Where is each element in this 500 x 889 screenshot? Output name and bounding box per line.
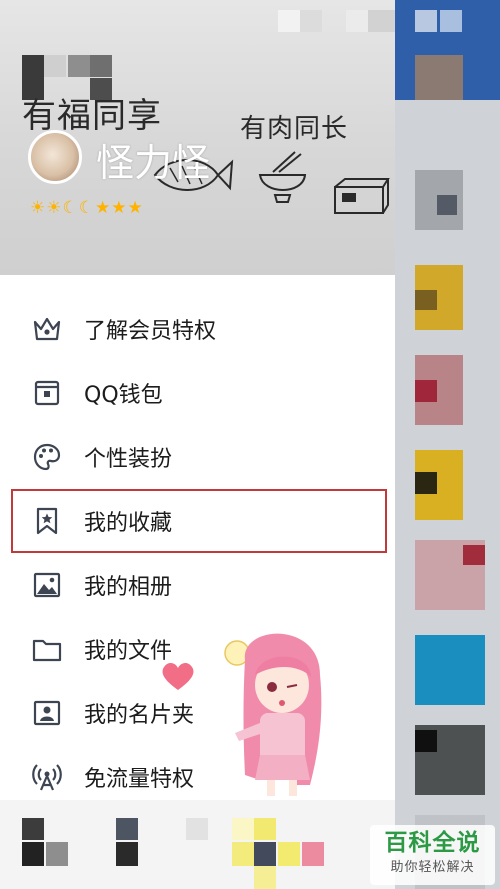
menu-item-label: 我的相册: [84, 575, 173, 600]
blurred-block: [22, 842, 44, 866]
menu-item-label: 我的收藏: [84, 511, 173, 536]
blurred-block: [415, 730, 437, 752]
heart-sticker: [162, 662, 194, 690]
menu-item-label: QQ钱包: [84, 383, 163, 408]
bookmark-star-icon: [31, 505, 63, 537]
watermark-sub-text: 助你轻松解决: [390, 860, 475, 875]
box-doodle: [334, 178, 390, 214]
signal-tower-icon: [31, 761, 63, 793]
blurred-block: [232, 818, 254, 840]
blurred-block: [463, 545, 485, 565]
blurred-avatar: [415, 635, 485, 705]
palette-icon: [31, 441, 63, 473]
blurred-block: [415, 10, 437, 32]
blurred-block: [254, 866, 276, 889]
menu-item-my-favorites[interactable]: 我的收藏: [11, 489, 387, 553]
contact-card-icon: [31, 697, 63, 729]
wallet-icon: [31, 377, 63, 409]
blurred-block: [46, 842, 68, 866]
menu-item-label: 个性装扮: [84, 447, 173, 472]
blurred-block: [346, 10, 368, 32]
blurred-block: [232, 842, 254, 866]
profile-header[interactable]: 有福同享 有肉同长 怪力怪 ☀☀☾☾★★★: [0, 0, 395, 275]
blurred-block: [415, 472, 437, 494]
header-scribble-right: 有肉同长: [240, 114, 349, 144]
blurred-block: [186, 818, 208, 840]
menu-item-label: 我的名片夹: [84, 703, 195, 728]
blurred-block: [300, 10, 322, 32]
blurred-block: [278, 842, 300, 866]
conversation-list-preview[interactable]: [395, 0, 500, 889]
anime-girl-sticker: [224, 633, 322, 796]
menu-item-personalization[interactable]: 个性装扮: [0, 425, 395, 489]
crown-icon: [31, 313, 63, 345]
blurred-block: [116, 842, 138, 866]
blurred-block: [68, 55, 90, 77]
user-level-icons[interactable]: ☀☀☾☾★★★: [30, 198, 144, 218]
blurred-block: [278, 10, 300, 32]
menu-item-label: 免流量特权: [84, 767, 195, 792]
menu-item-vip-privileges[interactable]: 了解会员特权: [0, 297, 395, 361]
menu-item-my-album[interactable]: 我的相册: [0, 553, 395, 617]
blurred-block: [22, 818, 44, 840]
picture-icon: [31, 569, 63, 601]
blurred-block: [90, 55, 112, 77]
folder-icon: [31, 633, 63, 665]
user-avatar[interactable]: [28, 130, 82, 184]
side-drawer: 有福同享 有肉同长 怪力怪 ☀☀☾☾★★★ 了解会员特权 QQ钱包 个性装扮 我…: [0, 0, 395, 889]
blurred-block: [44, 55, 66, 77]
blurred-block: [440, 10, 462, 32]
blurred-avatar: [415, 55, 463, 100]
blurred-block: [116, 818, 138, 840]
watermark-logo: 百科全说 助你轻松解决: [370, 825, 495, 885]
blurred-block: [368, 10, 395, 32]
menu-item-label: 我的文件: [84, 639, 173, 664]
blurred-block: [302, 842, 324, 866]
watermark-main-text: 百科全说: [384, 830, 481, 856]
blurred-block: [437, 195, 457, 215]
noodle-bowl-doodle: [258, 151, 307, 203]
blurred-block: [415, 290, 437, 310]
blurred-block: [254, 842, 276, 866]
user-nickname[interactable]: 怪力怪: [96, 132, 210, 187]
blurred-block: [415, 380, 437, 402]
drawer-bottom-bar: [0, 800, 395, 889]
menu-item-qq-wallet[interactable]: QQ钱包: [0, 361, 395, 425]
header-scribble-left: 有福同享: [22, 96, 162, 136]
menu-item-label: 了解会员特权: [84, 319, 217, 344]
blurred-block: [254, 818, 276, 840]
